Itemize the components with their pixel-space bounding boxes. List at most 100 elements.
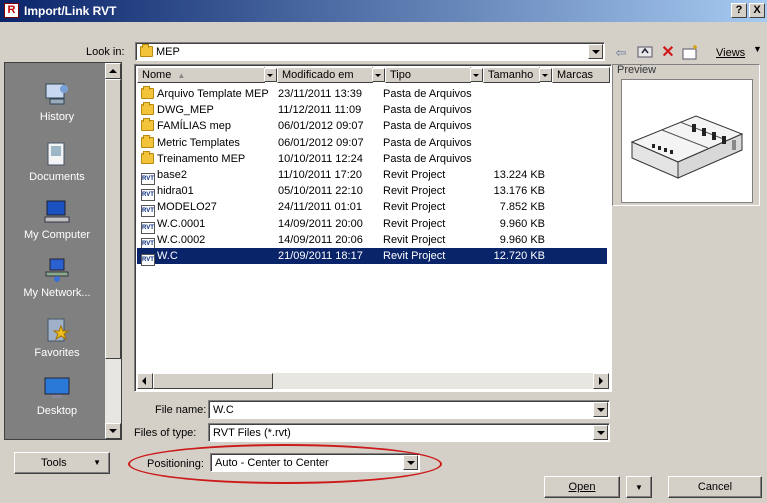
building-model-preview (630, 115, 744, 179)
file-row[interactable]: Arquivo Template MEP 23/11/2011 13:39 Past… (137, 86, 607, 102)
place-label: Documents (29, 171, 85, 183)
chevron-down-icon[interactable] (593, 425, 608, 440)
views-chevron-down-icon[interactable]: ▼ (753, 44, 762, 54)
place-favorites[interactable]: Favorites (5, 313, 109, 373)
file-row[interactable]: RVT W.C.0002 14/09/2011 20:06 Revit Project… (137, 232, 607, 250)
file-date-cell: 11/10/2011 17:20 (278, 169, 363, 181)
views-button[interactable]: Views (716, 47, 745, 59)
scroll-up-button[interactable] (105, 63, 121, 79)
file-name-text: DWG_MEP (157, 104, 214, 117)
column-header-tamanho[interactable]: Tamanho (483, 67, 540, 83)
file-name-text: W.C.0002 (157, 233, 206, 246)
back-arrow-icon[interactable]: ⇦ (612, 44, 630, 62)
file-row[interactable]: Treinamento MEP 10/10/2011 12:24 Pasta de … (137, 150, 607, 167)
file-name-cell: Arquivo Template MEP (141, 86, 271, 102)
file-row[interactable]: RVT MODELO27 24/11/2011 01:01 Revit Project… (137, 199, 607, 218)
file-type-cell: Pasta de Arquivos (383, 152, 472, 165)
file-size-cell: 12.720 KB (493, 250, 545, 262)
file-type-cell: Pasta de Arquivos (383, 136, 472, 149)
sort-ascending-icon: ▲ (177, 71, 186, 80)
places-bar: History Documents My Computer My Network… (4, 62, 122, 440)
place-label: Desktop (36, 405, 78, 417)
file-type-cell: Pasta de Arquivos (383, 104, 472, 117)
folder-icon (141, 86, 154, 99)
file-type-cell: Pasta de Arquivos (383, 120, 472, 133)
column-header-tamanho-dropdown[interactable] (539, 68, 552, 82)
look-in-label: Look in: (86, 46, 125, 58)
place-my-computer[interactable]: My Computer (5, 195, 109, 255)
chevron-down-icon: ▼ (93, 458, 101, 467)
file-date-cell: 24/11/2011 01:01 (278, 201, 363, 214)
column-header-modificado-dropdown[interactable] (372, 68, 385, 82)
file-size-cell: 9.960 KB (499, 233, 545, 246)
scroll-down-button[interactable] (105, 423, 121, 439)
open-dropdown-button[interactable]: ▼ (626, 476, 652, 498)
file-size-cell: 13.176 KB (493, 185, 545, 198)
file-row[interactable]: DWG_MEP 11/12/2011 11:09 Pasta de Arquivos (137, 102, 607, 118)
column-header-tipo[interactable]: Tipo (385, 67, 471, 83)
file-list[interactable]: Nome ▲ Modificado em Tipo Tamanho Marcas … (134, 64, 612, 392)
favorites-icon (47, 318, 70, 342)
file-name-input[interactable]: W.C (208, 400, 610, 419)
file-date-cell: 06/01/2012 09:07 (278, 120, 364, 133)
place-history[interactable]: History (5, 77, 109, 137)
place-label: Favorites (34, 347, 80, 359)
column-header-modificado[interactable]: Modificado em (277, 67, 373, 83)
chevron-down-icon: ▼ (635, 483, 643, 492)
close-button[interactable]: X (749, 3, 765, 18)
tools-button[interactable]: Tools ▼ (14, 452, 110, 474)
places-scrollbar[interactable] (105, 63, 121, 439)
file-row[interactable]: RVT base2 11/10/2011 17:20 Revit Project 13.… (137, 167, 607, 185)
scroll-right-button[interactable] (593, 373, 609, 389)
folder-icon (140, 44, 153, 57)
file-row[interactable]: RVT hidra01 05/10/2011 22:10 Revit Project 1… (137, 183, 607, 202)
file-name-cell: RVT W.C (141, 248, 271, 266)
folder-icon (141, 150, 154, 164)
file-name-text: Metric Templates (157, 136, 240, 149)
folder-icon (141, 118, 154, 132)
place-documents[interactable]: Documents (5, 137, 109, 197)
file-type-cell: Revit Project (383, 233, 446, 246)
place-my-network[interactable]: My Network... (5, 253, 109, 313)
column-header-tipo-dropdown[interactable] (470, 68, 483, 82)
history-icon (45, 83, 68, 105)
place-desktop[interactable]: Desktop (5, 371, 109, 431)
file-date-cell: 23/11/2011 13:39 (278, 88, 363, 100)
file-row[interactable]: Metric Templates 06/01/2012 09:07 Pasta de… (137, 134, 607, 151)
file-date-cell: 06/01/2012 09:07 (278, 136, 364, 149)
place-label: History (39, 111, 75, 123)
file-name-cell: Treinamento MEP (141, 150, 271, 167)
help-button[interactable]: ? (731, 3, 747, 18)
up-folder-icon[interactable] (636, 44, 654, 62)
look-in-dropdown[interactable]: MEP (135, 42, 605, 61)
file-row[interactable]: RVT W.C 21/09/2011 18:17 Revit Project 12.72… (137, 248, 607, 266)
file-date-cell: 14/09/2011 20:06 (278, 233, 363, 246)
file-type-cell: Revit Project (383, 169, 446, 181)
file-row[interactable]: RVT W.C.0001 14/09/2011 20:00 Revit Project… (137, 216, 607, 234)
cancel-button[interactable]: Cancel (668, 476, 762, 498)
file-date-cell: 11/12/2011 11:09 (278, 104, 362, 117)
column-header-nome-dropdown[interactable] (264, 68, 277, 82)
documents-icon (47, 142, 65, 166)
delete-icon[interactable]: ✕ (659, 44, 677, 62)
file-size-cell: 13.224 KB (493, 169, 545, 181)
chevron-down-icon[interactable] (593, 402, 608, 417)
column-header-nome[interactable]: Nome ▲ (137, 67, 265, 83)
file-row[interactable]: FAMÍLIAS mep 06/01/2012 09:07 Pasta de Arq… (137, 118, 607, 134)
chevron-down-icon[interactable] (588, 44, 603, 59)
scroll-left-button[interactable] (137, 373, 153, 389)
preview-label: Preview (617, 64, 657, 76)
file-type-cell: Revit Project (383, 201, 446, 214)
file-name-cell: DWG_MEP (141, 102, 271, 118)
scroll-thumb[interactable] (105, 79, 121, 359)
files-of-type-label: Files of type: (134, 427, 197, 439)
new-folder-icon[interactable] (682, 44, 700, 62)
horizontal-scrollbar[interactable] (137, 373, 609, 389)
network-icon (45, 258, 69, 282)
scroll-thumb[interactable] (153, 373, 273, 389)
files-of-type-dropdown[interactable]: RVT Files (*.rvt) (208, 423, 610, 442)
column-header-marcas[interactable]: Marcas (552, 67, 610, 83)
open-button[interactable]: Open (544, 476, 620, 498)
file-name-text: W.C (157, 250, 178, 262)
window-title: Import/Link RVT (24, 4, 117, 18)
